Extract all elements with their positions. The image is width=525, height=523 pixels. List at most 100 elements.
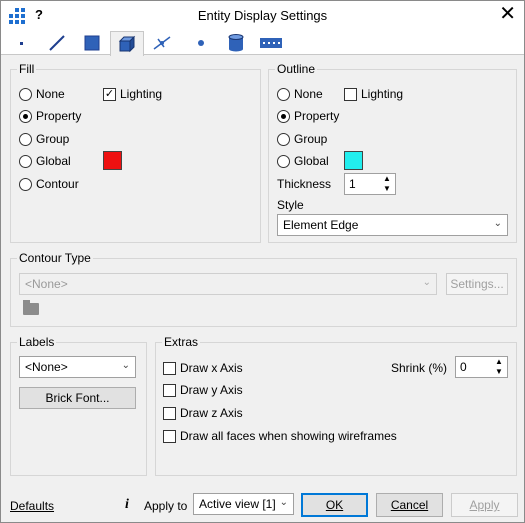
fill-contour-radio[interactable]: Contour — [19, 176, 79, 192]
checkbox-checked: ✓ — [103, 87, 116, 101]
fill-group-radio[interactable]: Group — [19, 131, 69, 147]
apply-label: Apply — [469, 498, 500, 512]
title-bar: ? Entity Display Settings ✕ — [1, 1, 524, 31]
outline-property-radio[interactable]: Property — [277, 108, 339, 124]
spinner-arrows-icon[interactable]: ▲ ▼ — [493, 357, 505, 377]
radio-dot-selected — [277, 109, 290, 123]
cancel-label: Cancel — [390, 498, 429, 512]
cylinder-tab[interactable] — [219, 31, 253, 55]
window-title: Entity Display Settings — [197, 8, 328, 23]
outline-global-label: Global — [294, 154, 329, 168]
brick-icon — [118, 35, 136, 53]
checkbox-unchecked — [163, 361, 176, 375]
plate-icon — [84, 35, 100, 51]
shrink-value: 0 — [460, 360, 467, 374]
info-icon[interactable]: i — [125, 497, 129, 513]
draw-all-faces-checkbox[interactable]: Draw all faces when showing wireframes — [163, 428, 397, 444]
checkbox-unchecked — [163, 383, 176, 397]
link-icon — [153, 36, 171, 50]
beam-icon — [260, 38, 282, 48]
outline-global-radio[interactable]: Global — [277, 153, 329, 169]
outline-lighting-checkbox[interactable]: Lighting — [344, 86, 403, 102]
fill-contour-label: Contour — [36, 177, 79, 191]
checkbox-unchecked — [344, 87, 357, 101]
checkbox-unchecked — [163, 429, 176, 443]
fill-property-label: Property — [36, 109, 82, 123]
fill-global-radio[interactable]: Global — [19, 153, 71, 169]
line-tab[interactable] — [40, 31, 74, 55]
apply-to-label: Apply to — [144, 499, 188, 513]
checkbox-unchecked — [163, 406, 176, 420]
beam-tab[interactable] — [254, 31, 288, 55]
fill-global-color-swatch[interactable] — [103, 151, 122, 170]
radio-dot — [19, 154, 32, 168]
fill-none-label: None — [36, 87, 65, 101]
node-tab[interactable] — [184, 31, 218, 55]
outline-lighting-label: Lighting — [361, 87, 404, 101]
fill-group-option-label: Group — [36, 132, 70, 146]
node-icon — [198, 40, 204, 46]
thickness-label: Thickness — [277, 177, 332, 191]
chevron-down-icon: ⌄ — [493, 218, 502, 229]
spinner-arrows-icon[interactable]: ▲ ▼ — [381, 174, 393, 194]
fill-lighting-checkbox[interactable]: ✓ Lighting — [103, 86, 162, 102]
draw-z-axis-checkbox[interactable]: Draw z Axis — [163, 405, 243, 421]
line-icon — [49, 35, 65, 51]
entity-display-settings-dialog: ? Entity Display Settings ✕ Fill None Pr… — [0, 0, 525, 523]
defaults-link[interactable]: Defaults — [10, 499, 54, 513]
apply-to-value: Active view [1] — [199, 497, 276, 511]
outline-none-label: None — [294, 87, 323, 101]
thickness-spinner[interactable]: 1 ▲ ▼ — [344, 173, 396, 195]
radio-dot — [277, 87, 290, 101]
thickness-value: 1 — [349, 177, 356, 191]
folder-icon[interactable] — [23, 300, 39, 315]
outline-global-color-swatch[interactable] — [344, 151, 363, 170]
fill-property-radio[interactable]: Property — [19, 108, 81, 124]
brick-font-label: Brick Font... — [45, 391, 110, 405]
brick-tab[interactable] — [110, 31, 144, 56]
outline-group-option-label: Group — [294, 132, 328, 146]
brick-font-button[interactable]: Brick Font... — [19, 387, 136, 409]
outline-group-radio[interactable]: Group — [277, 131, 327, 147]
shrink-label: Shrink (%) — [391, 361, 448, 375]
outline-group-label: Outline — [275, 62, 318, 76]
fill-none-radio[interactable]: None — [19, 86, 65, 102]
chevron-down-icon: ⌄ — [422, 277, 431, 288]
outline-none-radio[interactable]: None — [277, 86, 323, 102]
radio-dot — [19, 132, 32, 146]
contour-type-label: Contour Type — [17, 251, 93, 265]
point-tab[interactable] — [4, 31, 38, 55]
apply-to-select[interactable]: Active view [1] ⌄ — [193, 493, 294, 515]
chevron-down-icon: ⌄ — [279, 497, 288, 508]
labels-group-label: Labels — [17, 335, 57, 349]
draw-y-axis-checkbox[interactable]: Draw y Axis — [163, 382, 243, 398]
outline-style-value: Element Edge — [283, 218, 359, 232]
draw-x-axis-label: Draw x Axis — [180, 361, 243, 375]
outline-style-select[interactable]: Element Edge ⌄ — [277, 214, 508, 236]
cancel-button[interactable]: Cancel — [376, 493, 443, 517]
link-tab[interactable] — [145, 31, 179, 55]
style-label: Style — [277, 198, 304, 212]
radio-dot — [19, 177, 32, 191]
contour-settings-button[interactable]: Settings... — [446, 273, 508, 295]
draw-x-axis-checkbox[interactable]: Draw x Axis — [163, 360, 243, 376]
ok-label: OK — [325, 498, 344, 512]
contour-settings-label: Settings... — [450, 277, 504, 291]
contour-type-value: <None> — [25, 277, 68, 291]
radio-dot — [277, 154, 290, 168]
radio-dot-selected — [19, 109, 32, 123]
extras-group-label: Extras — [162, 335, 201, 349]
apply-button[interactable]: Apply — [451, 493, 518, 517]
point-icon — [20, 42, 23, 45]
outline-property-label: Property — [294, 109, 340, 123]
cylinder-icon — [228, 34, 244, 52]
shrink-spinner[interactable]: 0 ▲ ▼ — [455, 356, 508, 378]
close-button[interactable]: ✕ — [499, 4, 516, 24]
radio-dot — [277, 132, 290, 146]
contour-type-select[interactable]: <None> ⌄ — [19, 273, 437, 295]
fill-global-label: Global — [36, 154, 71, 168]
ok-button[interactable]: OK — [301, 493, 368, 517]
plate-tab[interactable] — [75, 31, 109, 55]
labels-select[interactable]: <None> ⌄ — [19, 356, 136, 378]
fill-group-label: Fill — [17, 62, 37, 76]
